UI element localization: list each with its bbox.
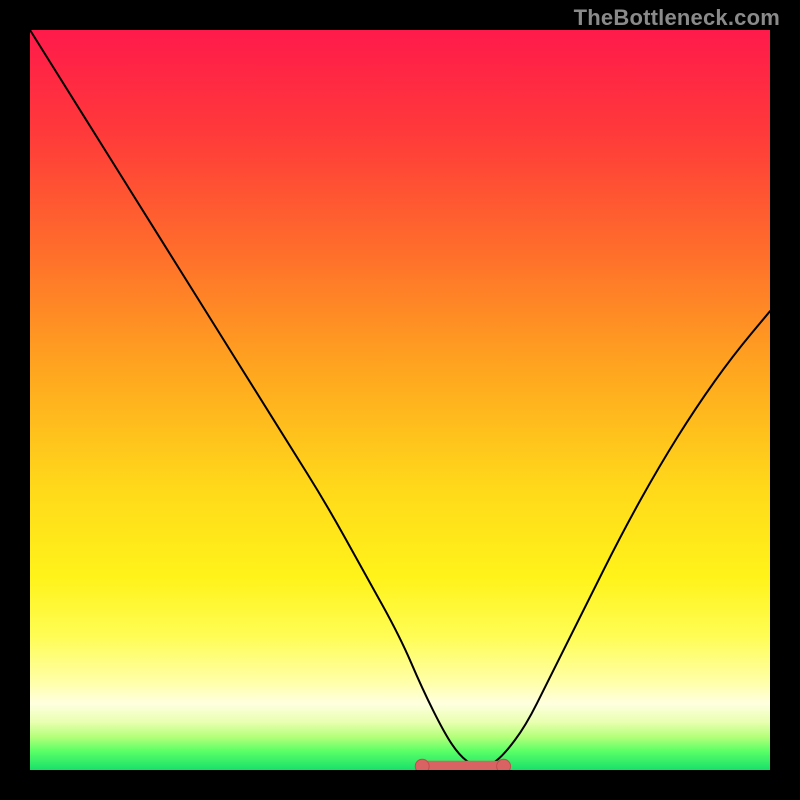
- watermark-text: TheBottleneck.com: [574, 5, 780, 31]
- chart-gradient-background: [30, 30, 770, 770]
- chart-frame: [30, 30, 770, 770]
- gradient-rect: [30, 30, 770, 770]
